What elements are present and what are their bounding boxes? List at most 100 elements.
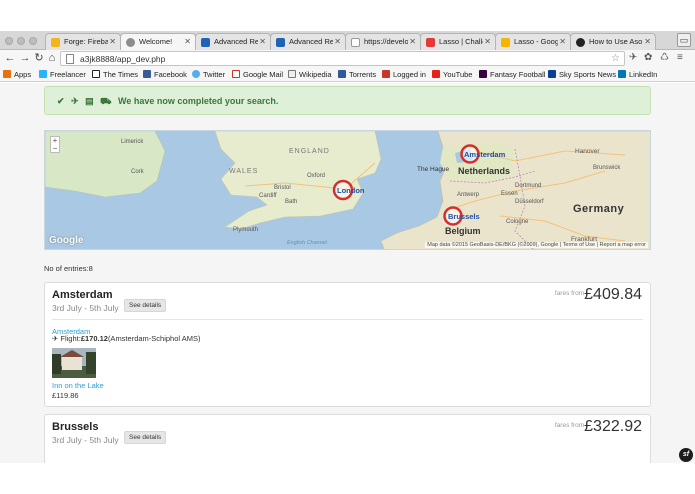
tab-advanced-rest-1[interactable]: Advanced Rest ✕ [195, 33, 271, 50]
tab-forge[interactable]: Forge: Firebase ✕ [45, 33, 121, 50]
see-details-button[interactable]: See details [124, 299, 167, 312]
hotel-link[interactable]: Inn on the Lake [52, 381, 104, 390]
bookmark-freelancer[interactable]: Freelancer [39, 69, 86, 80]
place-label: Düsseldorf [515, 199, 544, 205]
tab-label: Advanced Rest [214, 37, 258, 46]
fares-from-label: fares from [554, 290, 585, 297]
wikipedia-icon [288, 70, 296, 78]
map-attribution[interactable]: Map data ©2015 GeoBasis-DE/BKG (©2009), … [425, 242, 648, 248]
lasso-icon [426, 38, 435, 47]
rest-client-icon [201, 38, 210, 47]
flight-prefix: Flight: [60, 334, 81, 343]
linkedin-icon [618, 70, 626, 78]
close-tab-icon[interactable]: ✕ [334, 37, 341, 46]
bookmark-label: Fantasy Football [490, 70, 546, 79]
back-icon[interactable]: ← [4, 51, 16, 65]
maximize-window-icon[interactable] [29, 37, 37, 45]
marker-label: London [337, 186, 365, 195]
bookmark-youtube[interactable]: YouTube [432, 69, 472, 80]
bookmark-twitter[interactable]: Twitter [192, 69, 225, 80]
settings-extension-icon[interactable]: ✿ [644, 51, 652, 65]
tab-label: Advanced Rest [289, 37, 333, 46]
hotel-thumbnail[interactable] [52, 348, 96, 378]
close-window-icon[interactable] [5, 37, 13, 45]
zoom-out-icon[interactable]: − [51, 145, 59, 153]
tab-how-to-use[interactable]: How to Use Aso ✕ [570, 33, 656, 50]
reload-icon[interactable]: ↻ [33, 51, 45, 65]
forward-icon[interactable]: → [19, 51, 31, 65]
place-label: The Hague [417, 166, 450, 173]
browser-toolbar: ← → ↻ ⌂ a3jk8888/app_dev.php ☆ ✈ ✿ ♺ ≡ [0, 50, 695, 67]
sky-sports-icon [548, 70, 556, 78]
symfony-toolbar-icon[interactable]: sf [679, 448, 693, 462]
bookmark-apps[interactable]: Apps [3, 69, 31, 80]
bookmark-label: Facebook [154, 70, 187, 79]
page-content: ✔ ✈ ▤ ⛟ We have now completed your searc… [0, 83, 695, 463]
url-text: a3jk8888/app_dev.php [80, 54, 166, 64]
user-profile-icon[interactable]: ▭ [677, 33, 691, 47]
map-canvas[interactable]: Limerick Cork ENGLAND WALES Oxford Brist… [45, 131, 651, 250]
see-details-button[interactable]: See details [124, 431, 167, 444]
hotel-icon: ▤ [85, 96, 94, 106]
tab-advanced-rest-2[interactable]: Advanced Rest ✕ [270, 33, 346, 50]
tab-label: Lasso | Challeng [439, 37, 483, 46]
bookmark-label: The Times [103, 70, 139, 79]
close-tab-icon[interactable]: ✕ [644, 37, 651, 46]
bookmark-sky-sports-news[interactable]: Sky Sports News [548, 69, 616, 80]
freelancer-icon [39, 70, 47, 78]
bookmark-fantasy-football[interactable]: Fantasy Football [479, 69, 545, 80]
close-tab-icon[interactable]: ✕ [484, 37, 491, 46]
bookmark-logged-in[interactable]: Logged in [382, 69, 426, 80]
place-label: WALES [229, 168, 258, 175]
facebook-icon [143, 70, 151, 78]
bookmark-torrents[interactable]: Torrents [338, 69, 376, 80]
address-bar[interactable]: a3jk8888/app_dev.php ☆ [60, 51, 625, 66]
close-tab-icon[interactable]: ✕ [109, 37, 116, 46]
menu-icon[interactable]: ≡ [677, 51, 683, 65]
bookmark-wikipedia[interactable]: Wikipedia [288, 69, 332, 80]
tab-developer[interactable]: https://develop ✕ [345, 33, 421, 50]
card-dates: 3rd July - 5th July [52, 303, 119, 313]
result-card-amsterdam: Amsterdam 3rd July - 5th July See detail… [44, 282, 651, 407]
place-label: English Channel [287, 240, 328, 246]
fares-from-label: fares from [554, 422, 585, 429]
bookmark-the-times[interactable]: The Times [92, 69, 138, 80]
place-label: Cardiff [259, 193, 277, 199]
tab-lasso-challenge[interactable]: Lasso | Challeng ✕ [420, 33, 496, 50]
place-label: Cork [131, 169, 145, 175]
card-fares: fares from£322.92 [555, 418, 642, 436]
close-tab-icon[interactable]: ✕ [409, 37, 416, 46]
alert-message: We have now completed your search. [118, 96, 279, 106]
map-zoom-control[interactable]: + − [50, 136, 60, 153]
bookmark-label: Twitter [203, 70, 226, 79]
entries-count: No of entries:8 [44, 264, 93, 273]
page-icon [351, 38, 360, 47]
welcome-icon [126, 38, 135, 47]
minimize-window-icon[interactable] [17, 37, 25, 45]
google-logo[interactable]: Google [49, 235, 83, 246]
bookmark-facebook[interactable]: Facebook [143, 69, 187, 80]
home-icon[interactable]: ⌂ [46, 51, 58, 65]
tab-lasso-google[interactable]: Lasso - Google ✕ [495, 33, 571, 50]
tab-label: https://develop [364, 37, 408, 46]
marker-label: Brussels [448, 212, 480, 221]
bookmark-star-icon[interactable]: ☆ [611, 52, 620, 65]
fantasy-football-icon [479, 70, 487, 78]
close-tab-icon[interactable]: ✕ [259, 37, 266, 46]
place-label: ENGLAND [289, 148, 330, 155]
recycle-extension-icon[interactable]: ♺ [660, 51, 669, 65]
result-card-brussels: Brussels 3rd July - 5th July See details… [44, 414, 651, 463]
results-map[interactable]: Limerick Cork ENGLAND WALES Oxford Brist… [44, 130, 651, 250]
close-tab-icon[interactable]: ✕ [559, 37, 566, 46]
tab-welcome[interactable]: Welcome! ✕ [120, 33, 196, 51]
bookmark-linkedin[interactable]: LinkedIn [618, 69, 657, 80]
close-tab-icon[interactable]: ✕ [184, 37, 191, 46]
bookmark-google-mail[interactable]: Google Mail [232, 69, 283, 80]
extension-icon[interactable]: ✈ [629, 51, 637, 65]
place-label: Oxford [307, 173, 325, 179]
place-label: Antwerp [457, 192, 480, 198]
the-times-icon [92, 70, 100, 78]
card-price: £409.84 [584, 286, 642, 303]
bookmark-label: Logged in [393, 70, 426, 79]
wordpress-icon [576, 38, 585, 47]
